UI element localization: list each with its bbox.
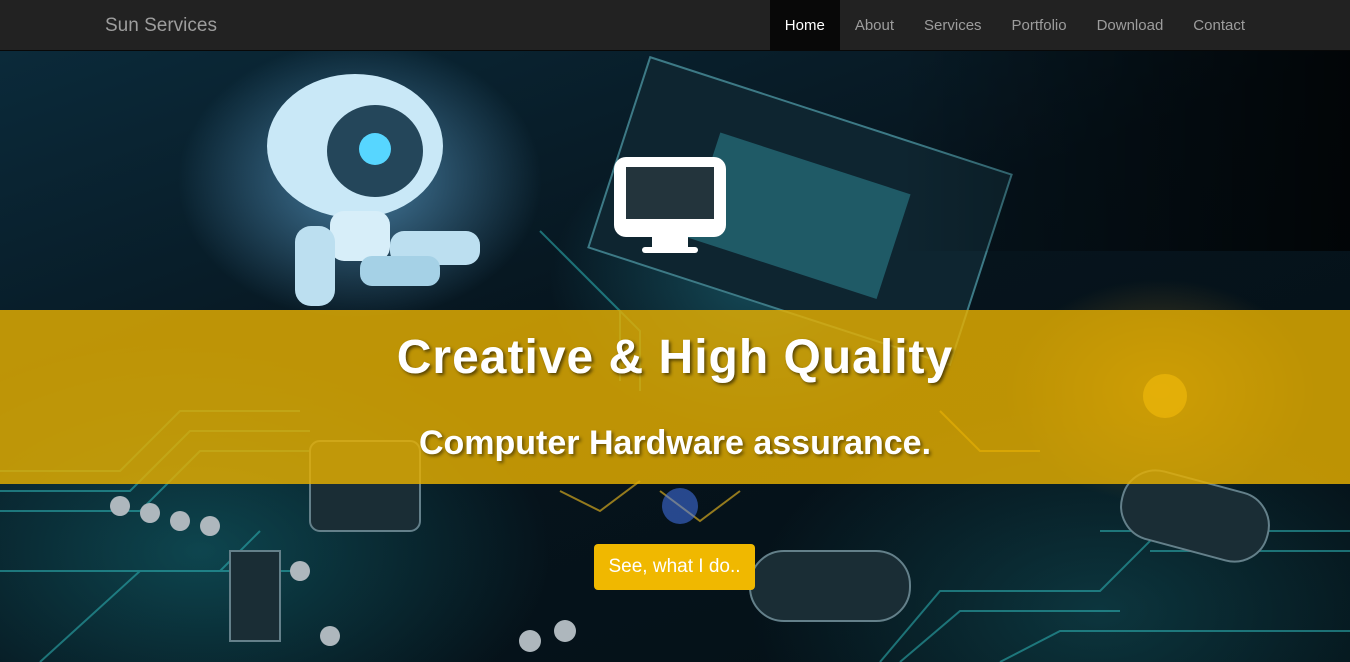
hero-headline: Creative & High Quality [396, 331, 954, 384]
brand-link[interactable]: Sun Services [105, 0, 217, 51]
nav-item-portfolio[interactable]: Portfolio [997, 0, 1082, 51]
nav-item-download[interactable]: Download [1082, 0, 1179, 51]
robot-illustration [267, 74, 480, 306]
hero-subheadline: Computer Hardware assurance. [418, 424, 932, 462]
see-what-i-do-button[interactable]: See, what I do.. [594, 544, 755, 590]
nav-item-contact[interactable]: Contact [1178, 0, 1260, 51]
nav-item-services[interactable]: Services [909, 0, 997, 51]
nav-menu: Home About Services Portfolio Download C… [769, 0, 1260, 51]
hero-section: Creative & High Quality Computer Hardwar… [0, 51, 1350, 662]
nav-item-home[interactable]: Home [769, 0, 840, 51]
monitor-icon [614, 157, 726, 253]
top-navbar: Sun Services Home About Services Portfol… [0, 0, 1350, 51]
nav-item-about[interactable]: About [840, 0, 909, 51]
